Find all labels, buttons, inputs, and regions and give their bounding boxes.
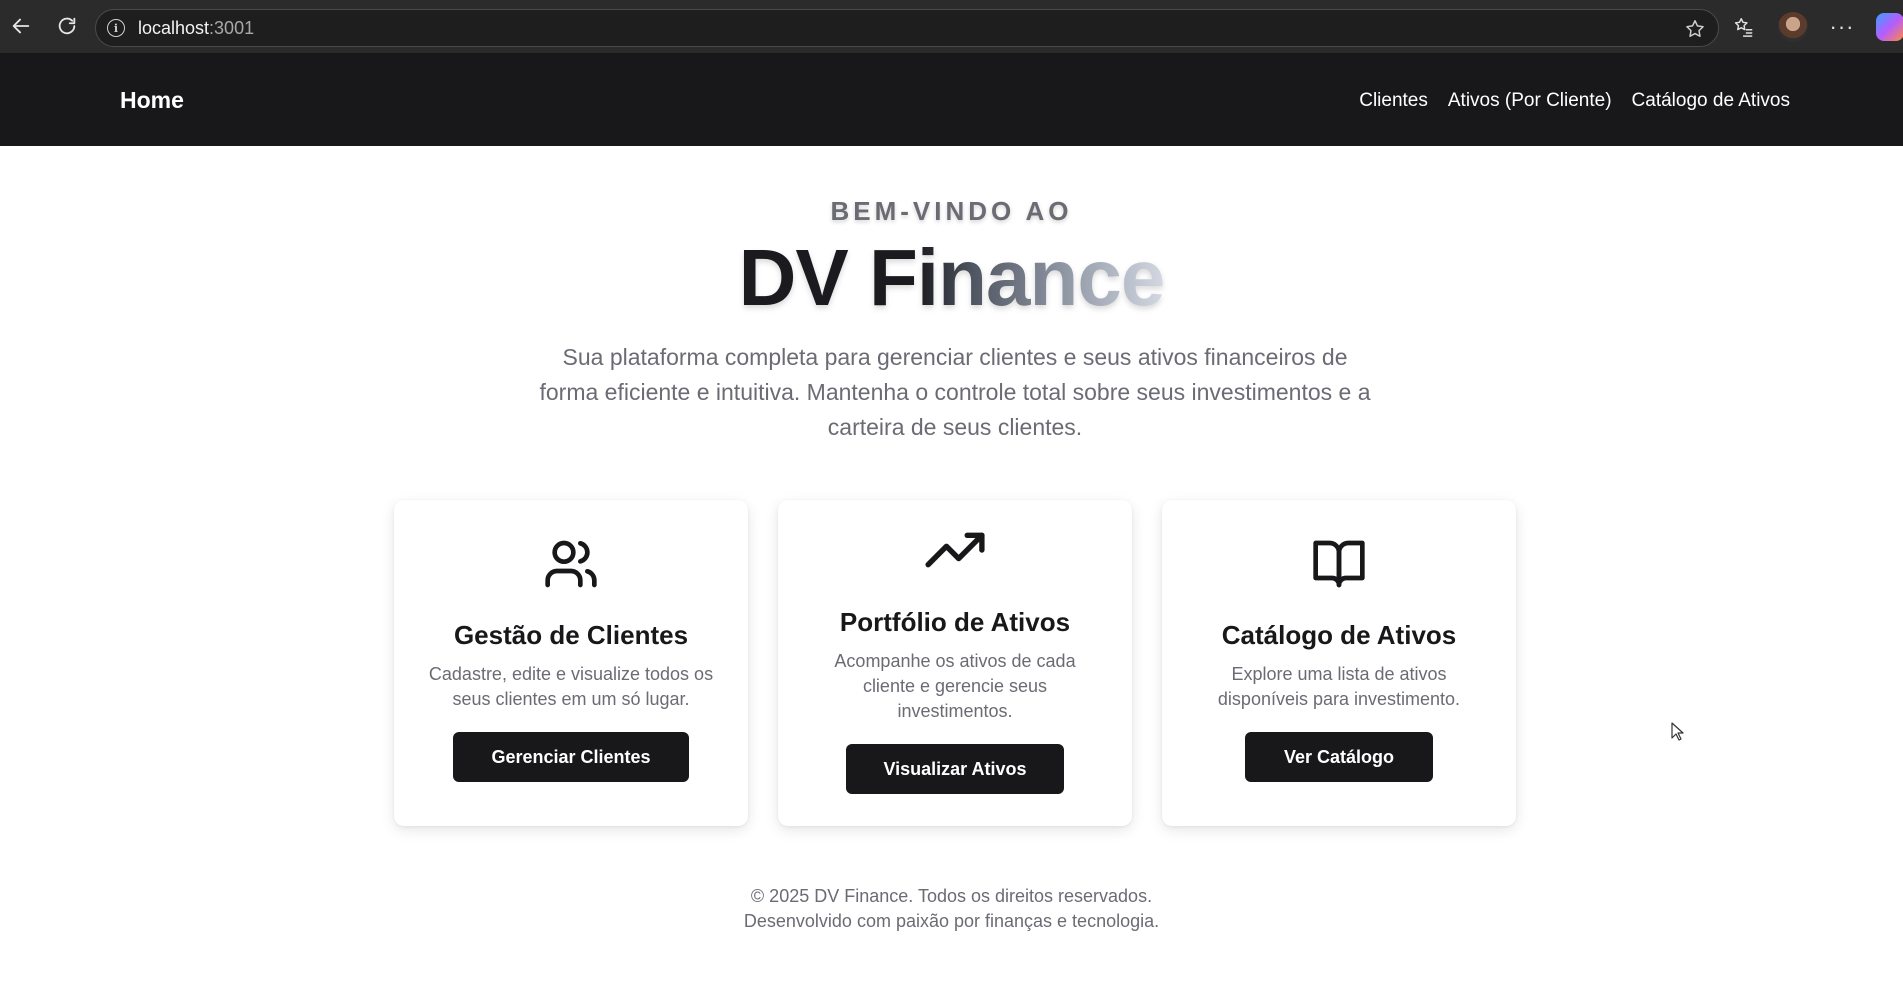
url-host: localhost	[138, 17, 210, 38]
reload-icon[interactable]	[53, 12, 81, 40]
app-navbar: Home Clientes Ativos (Por Cliente) Catál…	[0, 52, 1903, 146]
card-title: Gestão de Clientes	[453, 620, 689, 650]
nav-link-ativos-por-cliente[interactable]: Ativos (Por Cliente)	[1448, 90, 1612, 112]
card-title: Portfólio de Ativos	[839, 607, 1071, 637]
browser-toolbar: i localhost:3001 ···	[0, 0, 1903, 52]
visualizar-ativos-button[interactable]: Visualizar Ativos	[846, 744, 1064, 794]
book-open-icon	[1309, 536, 1369, 592]
address-bar[interactable]: i localhost:3001	[95, 9, 1719, 47]
hero-description: Sua plataforma completa para gerenciar c…	[539, 344, 1371, 440]
favorite-star-icon[interactable]	[1684, 18, 1706, 40]
hero-title-text: DV Finance	[738, 233, 1166, 322]
home-link[interactable]: Home	[120, 87, 184, 114]
url-text[interactable]: localhost:3001	[138, 18, 254, 39]
card-description: Cadastre, edite e visualize todos os seu…	[428, 664, 714, 709]
site-info-icon[interactable]: i	[107, 19, 125, 37]
url-port: :3001	[209, 17, 255, 38]
more-menu-icon[interactable]: ···	[1828, 13, 1856, 41]
users-icon	[541, 536, 601, 592]
back-arrow-icon[interactable]	[7, 12, 35, 40]
hero-title: DV Finance	[0, 232, 1903, 324]
ver-catalogo-button[interactable]: Ver Catálogo	[1245, 732, 1433, 782]
card-catalogo-de-ativos: Catálogo de Ativos Explore uma lista de …	[1162, 500, 1516, 826]
nav-link-catalogo-de-ativos[interactable]: Catálogo de Ativos	[1632, 90, 1790, 112]
card-gestao-de-clientes: Gestão de Clientes Cadastre, edite e vis…	[394, 500, 748, 826]
trending-up-icon	[925, 528, 985, 572]
mouse-cursor-icon	[1671, 722, 1685, 742]
card-description: Acompanhe os ativos de cada cliente e ge…	[834, 651, 1076, 721]
footer-copyright: © 2025 DV Finance. Todos os direitos res…	[750, 886, 1153, 906]
nav-link-clientes[interactable]: Clientes	[1359, 90, 1428, 112]
profile-avatar[interactable]	[1778, 12, 1808, 42]
card-portfolio-de-ativos: Portfólio de Ativos Acompanhe os ativos …	[778, 500, 1132, 826]
footer-tagline: Desenvolvido com paixão por finanças e t…	[743, 911, 1160, 931]
card-title: Catálogo de Ativos	[1221, 620, 1457, 650]
copilot-icon[interactable]	[1876, 13, 1903, 41]
favorites-list-icon[interactable]	[1730, 13, 1758, 41]
nav-links: Clientes Ativos (Por Cliente) Catálogo d…	[1359, 90, 1790, 112]
gerenciar-clientes-button[interactable]: Gerenciar Clientes	[453, 732, 689, 782]
footer: © 2025 DV Finance. Todos os direitos res…	[0, 884, 1903, 934]
hero-eyebrow: BEM-VINDO AO	[830, 196, 1073, 226]
card-description: Explore uma lista de ativos disponíveis …	[1217, 664, 1461, 709]
